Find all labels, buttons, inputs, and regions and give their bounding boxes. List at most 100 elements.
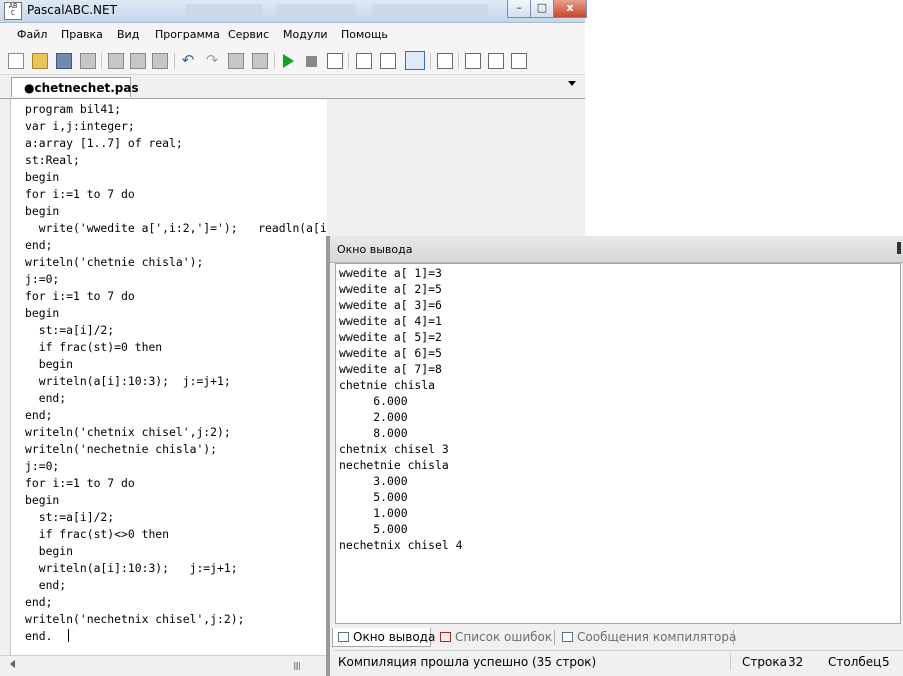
output-window-icon [338,632,349,642]
code-line: a:array [1..7] of real; [25,136,183,150]
code-line: begin [25,544,74,558]
status-separator [730,654,731,670]
run-icon[interactable] [283,54,294,68]
pin-icon[interactable] [897,242,901,254]
horizontal-scrollbar[interactable]: |||| [0,655,326,673]
code-line: writeln(a[i]:10:3); j:=j+1; [25,561,238,575]
minimize-button[interactable]: – [507,0,531,18]
compile-icon[interactable] [327,53,343,69]
output-text-area[interactable]: wwedite a[ 1]=3 wwedite a[ 2]=5 wwedite a[… [335,263,901,624]
line-number: 32 [788,655,804,669]
import-icon[interactable] [228,53,244,69]
code-line: if frac(st)<>0 then [25,527,170,541]
title-bar[interactable]: AB C PascalABC.NET – □ x [0,0,587,23]
code-line: end; [25,578,67,592]
toolbar-separator [274,53,275,69]
output-tab-bar: Окно вывода Список ошибок Сообщения комп… [330,627,903,649]
scroll-thumb-grip-icon[interactable]: |||| [293,661,301,670]
stop-icon[interactable] [306,56,317,67]
debug-r-icon[interactable] [511,53,527,69]
form-designer-icon[interactable] [437,53,453,69]
output-line: wwedite a[ 6]=5 [339,346,442,360]
code-line: j:=0; [25,272,60,286]
editor-tab-bar: ●chetnechet.pas [0,75,585,99]
maximize-button[interactable]: □ [530,0,554,18]
background-window-title-3 [372,4,488,16]
scroll-left-arrow-icon[interactable] [10,660,15,668]
debug-d-icon[interactable] [465,53,481,69]
code-editor[interactable]: program bil41; var i,j:integer; a:array [1… [10,99,327,655]
close-button[interactable]: x [553,0,587,18]
output-window: Окно вывода wwedite a[ 1]=3 wwedite a[ 2]… [326,236,903,676]
tab-label: ●chetnechet.pas [24,81,139,95]
code-line: end; [25,238,53,252]
tab-chetnechet[interactable]: ●chetnechet.pas [11,77,139,97]
code-line: program bil41; [25,102,122,116]
menu-view[interactable]: Вид [117,28,139,41]
menu-service[interactable]: Сервис [228,28,269,41]
copy-icon[interactable] [130,53,146,69]
output-window-header[interactable]: Окно вывода [330,236,903,263]
menu-edit[interactable]: Правка [61,28,103,41]
code-line: writeln(a[i]:10:3); j:=j+1; [25,374,231,388]
code-line: for i:=1 to 7 do [25,476,135,490]
open-folder-icon[interactable] [32,53,48,69]
output-text: wwedite a[ 1]=3 wwedite a[ 2]=5 wwedite a[… [339,265,462,553]
status-bar: Компиляция прошла успешно (35 строк) Стр… [334,650,903,673]
tab-label: Сообщения компилятора [577,630,737,644]
code-line: writeln('nechetnie chisla'); [25,442,218,456]
code-line: writeln('nechetnix chisel',j:2); [25,612,245,626]
output-line: 3.000 [339,474,408,488]
compile-status-message: Компиляция прошла успешно (35 строк) [338,655,597,669]
code-line: begin [25,306,60,320]
output-line: chetnie chisla [339,378,436,392]
tab-error-list[interactable]: Список ошибок [435,628,553,647]
tab-compiler-messages[interactable]: Сообщения компилятора [557,628,736,647]
output-line: 1.000 [339,506,408,520]
output-line: wwedite a[ 1]=3 [339,266,442,280]
code-line: end; [25,595,53,609]
debug-t-icon[interactable] [488,53,504,69]
tab-label: Список ошибок [455,630,553,644]
output-line: wwedite a[ 3]=6 [339,298,442,312]
code-line: var i,j:integer; [25,119,135,133]
output-line: chetnix chisel 3 [339,442,449,456]
menu-program[interactable]: Программа [155,28,220,41]
window-title: PascalABC.NET [27,3,117,17]
output-line: wwedite a[ 2]=5 [339,282,442,296]
output-line: wwedite a[ 7]=8 [339,362,442,376]
save-icon[interactable] [56,53,72,69]
toolbar-separator [430,53,431,69]
toolbar-separator [174,53,175,69]
code-line: write('wwedite a[',i:2,']='); readln(a[i… [25,221,327,235]
error-list-icon [440,632,451,642]
output-line: 5.000 [339,522,408,536]
code-text[interactable]: program bil41; var i,j:integer; a:array [1… [25,101,327,645]
menu-help[interactable]: Помощь [341,28,388,41]
output-window-icon[interactable] [405,51,425,70]
export-icon[interactable] [252,53,268,69]
output-line: 6.000 [339,394,408,408]
undo-icon[interactable]: ↶ [180,53,196,69]
column-number: 5 [882,655,890,669]
menu-modules[interactable]: Модули [283,28,328,41]
tab-list-dropdown-icon[interactable] [568,81,576,86]
toolbar-separator [348,53,349,69]
paste-icon[interactable] [152,53,168,69]
save-all-icon[interactable] [80,53,96,69]
code-line: end; [25,408,53,422]
output-line: wwedite a[ 4]=1 [339,314,442,328]
menu-file[interactable]: Файл [17,28,47,41]
step-over-icon[interactable] [380,53,396,69]
output-line: nechetnix chisel 4 [339,538,463,552]
redo-icon[interactable]: ↷ [204,53,220,69]
tab-output-window[interactable]: Окно вывода [332,628,435,647]
text-caret [68,629,69,642]
cut-icon[interactable] [108,53,124,69]
step-into-icon[interactable] [356,53,372,69]
compiler-messages-icon [562,632,573,642]
new-file-icon[interactable] [8,53,24,69]
code-line: end; [25,391,67,405]
code-line: begin [25,170,60,184]
line-label: Строка [742,655,787,669]
